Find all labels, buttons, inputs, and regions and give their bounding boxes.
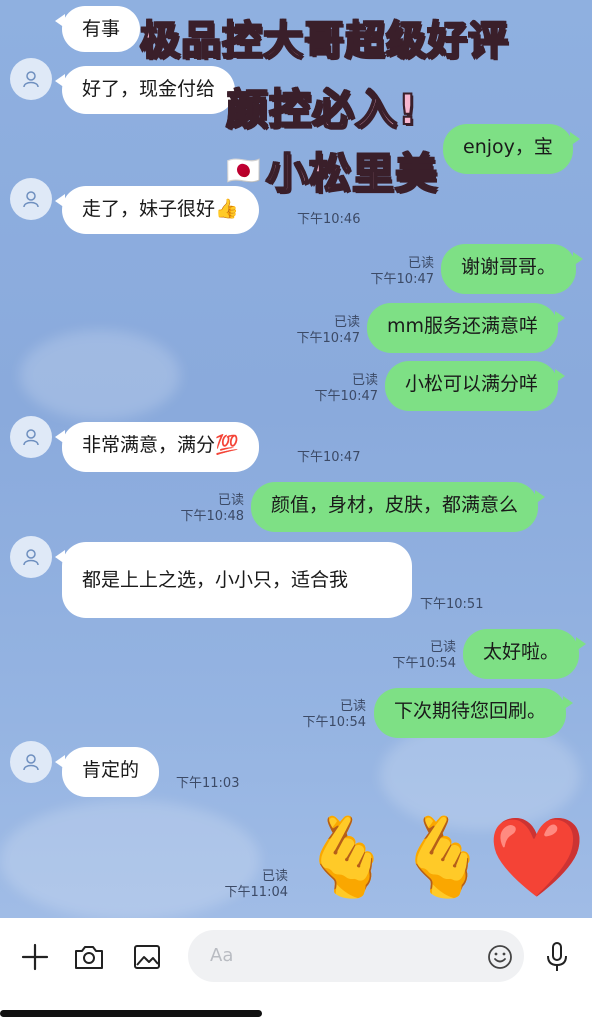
- outgoing-message[interactable]: 下次期待您回刷。: [374, 688, 574, 738]
- camera-icon: [75, 946, 103, 969]
- avatar[interactable]: [10, 178, 52, 220]
- message-time: 下午10:48: [180, 509, 244, 524]
- read-receipt: 已读: [429, 640, 456, 655]
- message-status: 已读 下午11:04: [225, 869, 288, 901]
- incoming-message[interactable]: 好了，现金付给: [54, 66, 236, 114]
- message-time: 下午10:54: [302, 715, 366, 730]
- input-placeholder: Aa: [210, 945, 234, 966]
- user-icon: [23, 549, 39, 566]
- finger-heart-sticker[interactable]: 🫰: [298, 818, 395, 898]
- plus-icon: [21, 943, 49, 971]
- read-receipt: 已读: [339, 699, 366, 714]
- read-receipt: 已读: [333, 315, 360, 330]
- overlay-subtitle: 颜控必入!: [225, 84, 419, 135]
- outgoing-message[interactable]: 太好啦。: [463, 629, 587, 679]
- image-button[interactable]: [130, 940, 164, 974]
- voice-button[interactable]: [540, 940, 574, 974]
- read-receipt: 已读: [261, 869, 288, 884]
- home-indicator: [0, 1010, 262, 1017]
- background-cloud: [20, 330, 180, 420]
- camera-button[interactable]: [72, 940, 106, 974]
- message-toolbar: Aa: [0, 918, 592, 1024]
- message-time: 下午10:47: [314, 389, 378, 404]
- message-status: 已读 下午10:47: [315, 373, 378, 405]
- message-status: 已读 下午10:54: [393, 640, 456, 672]
- smiley-icon[interactable]: [486, 943, 514, 971]
- message-time: 下午10:54: [392, 656, 456, 671]
- plus-button[interactable]: [18, 940, 52, 974]
- image-icon: [134, 945, 160, 969]
- outgoing-message[interactable]: 谢谢哥哥。: [441, 244, 584, 294]
- message-time: 下午11:04: [224, 885, 288, 900]
- incoming-message[interactable]: 肯定的: [54, 747, 160, 797]
- user-icon: [23, 191, 39, 208]
- read-receipt: 已读: [217, 493, 244, 508]
- message-time: 下午10:47: [297, 450, 361, 465]
- user-icon: [23, 754, 39, 771]
- read-receipt: 已读: [407, 256, 434, 271]
- message-time: 下午11:03: [176, 776, 240, 791]
- message-time: 下午10:47: [370, 272, 434, 287]
- message-status: 已读 下午10:47: [297, 315, 360, 347]
- message-time: 下午10:47: [296, 331, 360, 346]
- background-cloud: [0, 800, 260, 920]
- microphone-icon: [547, 942, 567, 971]
- finger-heart-sticker[interactable]: 🫰: [394, 818, 491, 898]
- user-icon: [23, 71, 39, 88]
- overlay-name-line: 🇯🇵 小松里美: [226, 140, 438, 201]
- message-time: 下午10:51: [420, 597, 484, 612]
- outgoing-message[interactable]: enjoy，宝: [443, 124, 580, 174]
- incoming-message[interactable]: 都是上上之选，小小只，适合我: [55, 542, 412, 618]
- outgoing-message[interactable]: 颜值，身材，皮肤，都满意么: [251, 482, 546, 532]
- message-status: 已读 下午10:48: [181, 493, 244, 525]
- message-status: 已读 下午10:54: [303, 699, 366, 731]
- incoming-message[interactable]: 有事: [54, 6, 141, 52]
- message-input[interactable]: Aa: [188, 930, 524, 982]
- japan-flag-icon: 🇯🇵: [226, 154, 261, 187]
- outgoing-message[interactable]: 小松可以满分咩: [385, 361, 566, 411]
- incoming-message[interactable]: 非常满意，满分💯: [55, 422, 259, 472]
- avatar[interactable]: [10, 58, 52, 100]
- avatar[interactable]: [10, 741, 52, 783]
- message-time: 下午10:46: [297, 212, 361, 227]
- user-icon: [23, 429, 39, 446]
- outgoing-message[interactable]: mm服务还满意咩: [367, 303, 566, 353]
- avatar[interactable]: [10, 536, 52, 578]
- read-receipt: 已读: [351, 373, 378, 388]
- overlay-name: 小松里美: [265, 148, 438, 199]
- avatar[interactable]: [10, 416, 52, 458]
- heart-sticker[interactable]: ❤️: [488, 818, 585, 898]
- message-status: 已读 下午10:47: [371, 256, 434, 288]
- overlay-title: 极品控大哥超级好评: [139, 17, 509, 65]
